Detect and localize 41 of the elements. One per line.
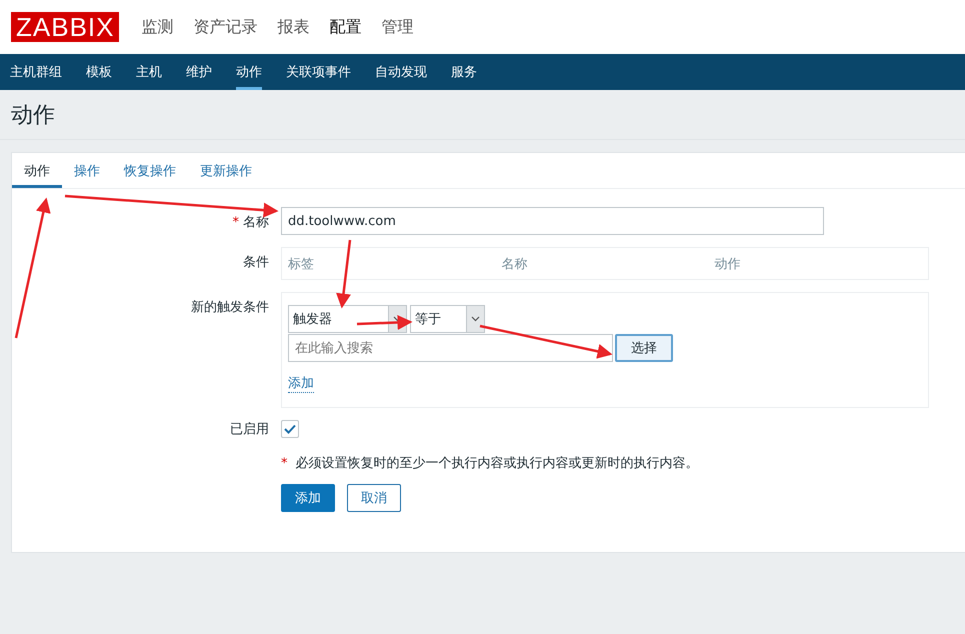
page-title: 动作 [11, 102, 55, 130]
column-header: 名称 [501, 256, 528, 272]
main-menu-item[interactable]: 报表 [277, 16, 310, 38]
sub-menu-item[interactable]: 自动发现 [375, 54, 427, 90]
add-button[interactable]: 添加 [281, 484, 335, 512]
operator-dropdown[interactable]: 等于 [410, 305, 485, 333]
field-label: 已启用 [230, 422, 269, 437]
type-dropdown[interactable]: 触发器 [288, 305, 407, 333]
sub-menu-item[interactable]: 维护 [186, 54, 212, 90]
sub-menu-item[interactable]: 主机 [136, 54, 162, 90]
column-header: 标签 [288, 256, 315, 272]
zabbix-logo[interactable]: ZABBIX [11, 12, 120, 42]
add-link[interactable]: 添加 [288, 374, 314, 393]
cancel-button[interactable]: 取消 [347, 484, 401, 512]
main-menu-item[interactable]: 资产记录 [193, 16, 258, 38]
form-tab[interactable]: 更新操作 [188, 153, 264, 188]
search-input-field[interactable]: 在此输入搜索 [288, 334, 613, 362]
form-tab[interactable]: 动作 [12, 153, 62, 188]
sub-menu-item[interactable]: 模板 [86, 54, 112, 90]
main-menu-item[interactable]: 管理 [381, 16, 414, 38]
required-note: 必须设置恢复时的至少一个执行内容或执行内容或更新时的执行内容。 [296, 456, 699, 471]
main-menu-item[interactable]: 配置 [329, 16, 362, 38]
field-label: 名称 [243, 215, 269, 230]
field-label: 条件 [243, 255, 269, 270]
sub-menu-item[interactable]: 主机群组 [10, 54, 62, 90]
form-tab[interactable]: 操作 [62, 153, 112, 188]
enabled-checkbox[interactable] [281, 420, 299, 438]
select-button[interactable]: 选择 [615, 334, 673, 362]
sub-menu-item[interactable]: 动作 [236, 54, 262, 90]
annotation-arrow [356, 314, 412, 330]
sub-menu-item[interactable]: 关联项事件 [286, 54, 351, 90]
required-mark: * [232, 215, 239, 230]
main-menu-item[interactable]: 监测 [141, 16, 174, 38]
column-header: 动作 [714, 256, 742, 272]
field-label: 新的触发条件 [191, 300, 269, 315]
sub-menu-item[interactable]: 服务 [451, 54, 477, 90]
annotation-arrow [336, 240, 352, 308]
name-input-field[interactable]: dd.toolwww.com [281, 207, 824, 235]
form-tab[interactable]: 恢复操作 [112, 153, 188, 188]
required-mark: * [281, 456, 288, 471]
chevron-down-icon [471, 316, 480, 322]
